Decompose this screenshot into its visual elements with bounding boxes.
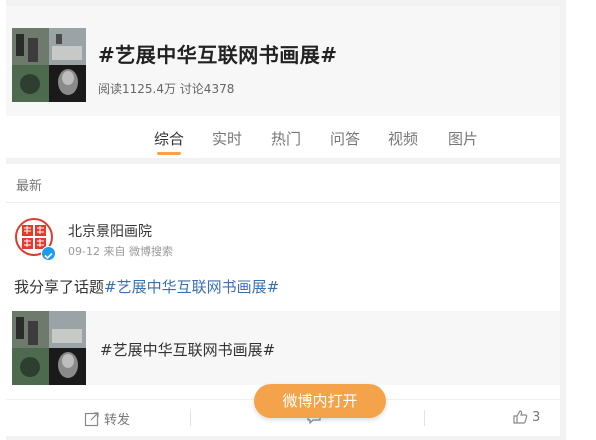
open-in-weibo-button[interactable]: 微博内打开 xyxy=(254,384,386,418)
shared-topic-card[interactable]: #艺展中华互联网书画展# xyxy=(12,311,560,385)
like-button[interactable]: 3 xyxy=(512,409,540,425)
tab-hot[interactable]: 热门 xyxy=(271,128,301,149)
topic-stats: 阅读1125.4万 讨论4378 xyxy=(98,82,235,96)
tab-qa[interactable]: 问答 xyxy=(330,128,360,149)
divider xyxy=(424,410,425,426)
repost-icon xyxy=(84,411,99,426)
tab-comprehensive[interactable]: 综合 xyxy=(154,128,184,149)
repost-button[interactable]: 转发 xyxy=(84,409,130,428)
topic-cover-image xyxy=(12,28,86,102)
repost-label: 转发 xyxy=(104,413,131,428)
section-header: 最新 xyxy=(6,164,560,203)
shared-topic-title: #艺展中华互联网书画展# xyxy=(100,341,276,359)
post-meta: 09-12 来自 微博搜索 xyxy=(68,245,173,258)
verified-icon xyxy=(41,246,56,261)
post-card: 北京景阳画院 09-12 来自 微博搜索 我分享了话题#艺展中华互联网书画展# xyxy=(6,203,560,399)
like-icon xyxy=(513,410,528,424)
topic-title: #艺展中华互联网书画展# xyxy=(98,43,338,67)
page: #艺展中华互联网书画展# 阅读1125.4万 讨论4378 综合 实时 热门 问… xyxy=(6,0,566,440)
divider xyxy=(190,410,191,426)
shared-topic-image xyxy=(12,311,86,385)
post-hashtag-link[interactable]: #艺展中华互联网书画展# xyxy=(104,278,279,296)
like-count: 3 xyxy=(532,409,541,425)
tab-realtime[interactable]: 实时 xyxy=(212,128,242,149)
tab-pictures[interactable]: 图片 xyxy=(448,128,478,149)
author-name[interactable]: 北京景阳画院 xyxy=(68,221,152,241)
post-text-prefix: 我分享了话题 xyxy=(14,278,105,296)
topic-header: #艺展中华互联网书画展# 阅读1125.4万 讨论4378 xyxy=(6,6,560,116)
tab-bar: 综合 实时 热门 问答 视频 图片 xyxy=(6,116,560,158)
tab-video[interactable]: 视频 xyxy=(388,128,418,149)
tab-active-indicator xyxy=(157,152,181,155)
section-label-latest: 最新 xyxy=(16,179,43,194)
post-text: 我分享了话题#艺展中华互联网书画展# xyxy=(14,276,279,297)
